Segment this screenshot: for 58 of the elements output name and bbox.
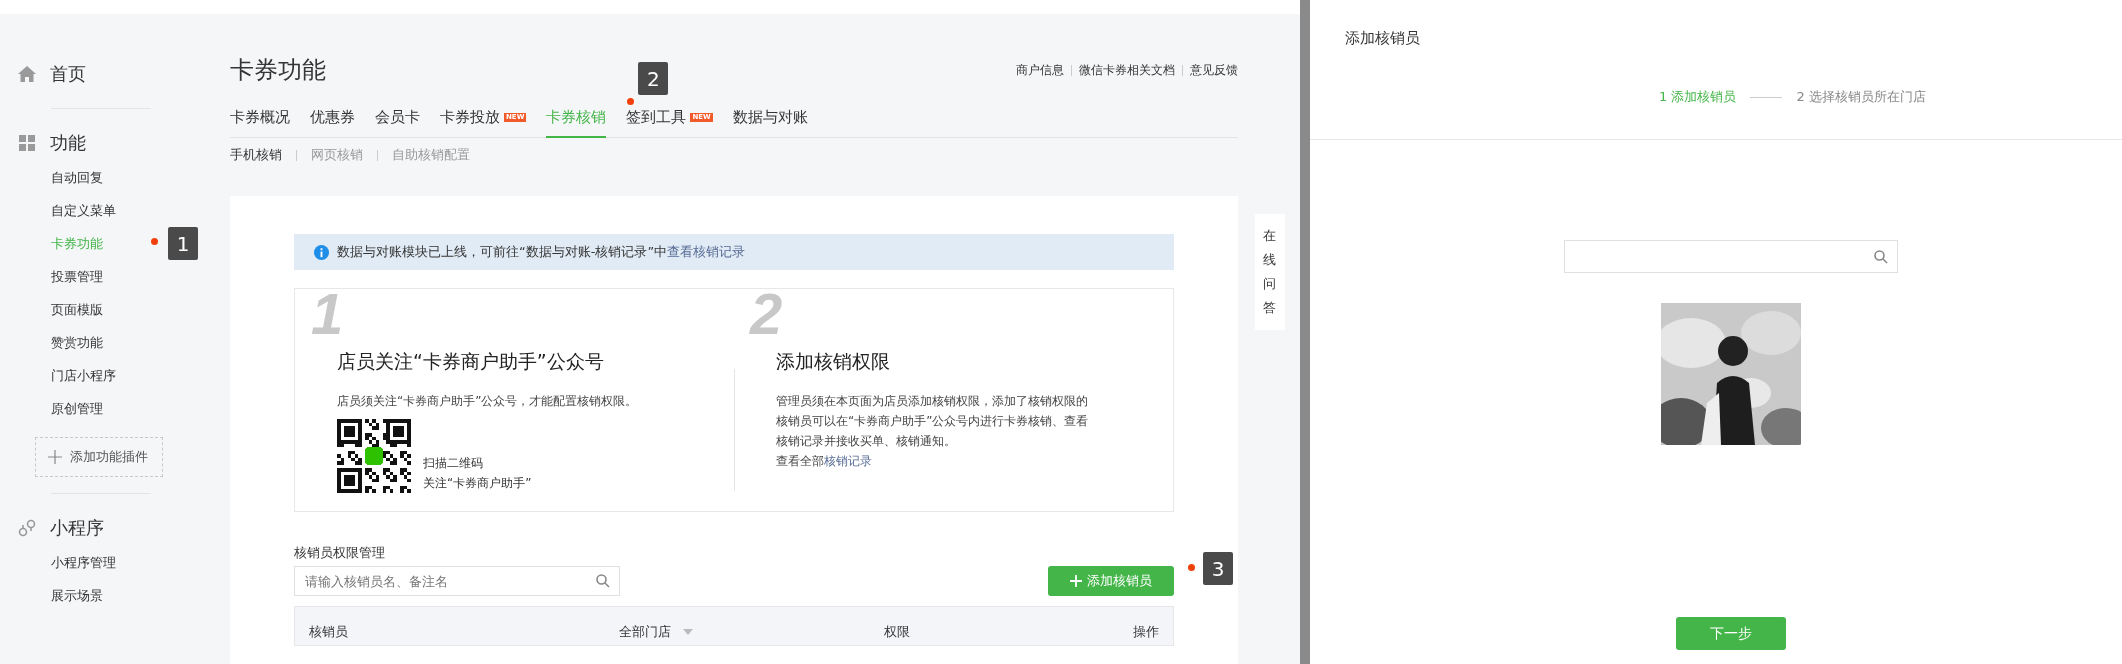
- sidebar-item[interactable]: 赞赏功能: [51, 333, 103, 352]
- step-marker: 2: [638, 62, 669, 95]
- grid-icon: [18, 135, 36, 151]
- tab[interactable]: 数据与对账: [732, 102, 808, 138]
- sidebar-item[interactable]: 门店小程序: [51, 366, 116, 385]
- column-header: 操作: [1133, 623, 1159, 641]
- sidebar-item[interactable]: 页面模版: [51, 300, 103, 319]
- column-header: 权限: [884, 623, 911, 641]
- sidebar-item[interactable]: 原创管理: [51, 399, 103, 418]
- search-field[interactable]: [1564, 240, 1898, 273]
- sidebar-item[interactable]: 自定义菜单: [51, 201, 116, 220]
- subtab[interactable]: 手机核销: [230, 146, 282, 164]
- sidebar-item[interactable]: 自动回复: [51, 168, 103, 187]
- step-marker: 3: [1203, 552, 1233, 585]
- dropdown-caret-icon: [683, 629, 693, 635]
- step-text: 店员须关注“卡券商户助手”公众号，才能配置核销权限。: [337, 393, 639, 410]
- qr-caption: 关注“卡券商户助手”: [423, 475, 532, 492]
- header-link[interactable]: 商户信息: [1016, 61, 1064, 79]
- qr-code-icon: [337, 419, 411, 493]
- sidebar-section-title[interactable]: 小程序: [50, 516, 104, 540]
- info-icon: [314, 244, 329, 260]
- home-icon: [18, 66, 36, 82]
- sidebar-item[interactable]: 展示场景: [51, 586, 103, 605]
- plus-icon: [1070, 575, 1082, 587]
- link-icon: [18, 519, 36, 537]
- record-link[interactable]: 核销记录: [824, 454, 872, 468]
- step-marker: 1: [168, 227, 198, 260]
- header-link[interactable]: 意见反馈: [1190, 61, 1238, 79]
- marker-dot: [627, 98, 635, 105]
- sidebar-item[interactable]: 小程序管理: [51, 553, 116, 572]
- qr-caption: 扫描二维码: [423, 455, 484, 472]
- wizard-step: 1 添加核销员: [1659, 88, 1737, 106]
- help-tab[interactable]: 在线问答: [1255, 214, 1285, 330]
- search-field[interactable]: 请输入核销员名、备注名: [294, 566, 620, 596]
- plus-icon: [48, 450, 62, 464]
- step-text: 管理员须在本页面为店员添加核销权限，添加了核销权限的核销员可以在“卡券商户助手”公众号内进行卡券核销、查看核销记录并接收买单、核销通知。 查看全部核销记录: [776, 393, 1090, 470]
- header-link[interactable]: 微信卡券相关文档: [1079, 61, 1175, 79]
- notice-link[interactable]: 查看核销记录: [667, 244, 746, 259]
- marker-dot: [151, 238, 158, 245]
- column-header: 核销员: [309, 623, 349, 641]
- search-icon: [1874, 249, 1888, 264]
- marker-dot: [1188, 564, 1195, 571]
- wizard-step: 2 选择核销员所在门店: [1796, 88, 1926, 106]
- tab[interactable]: 卡券概况: [230, 102, 290, 138]
- add-plugin-button[interactable]: 添加功能插件: [35, 437, 163, 477]
- sidebar-section-title[interactable]: 首页: [50, 62, 86, 86]
- step-title: 添加核销权限: [776, 349, 891, 374]
- step-title: 店员关注“卡券商户助手”公众号: [337, 349, 605, 374]
- tab[interactable]: 优惠券: [310, 102, 355, 138]
- sidebar-item[interactable]: 投票管理: [51, 267, 103, 286]
- section-title: 核销员权限管理: [294, 545, 385, 560]
- page-title: 卡券功能: [230, 55, 326, 86]
- column-header[interactable]: 全部门店: [619, 623, 884, 641]
- notice-text: 数据与对账模块已上线，可前往“数据与对账-核销记录”中查看核销记录: [337, 243, 746, 261]
- dialog-title: 添加核销员: [1345, 29, 1420, 47]
- search-icon: [596, 574, 610, 588]
- tab[interactable]: 会员卡: [375, 102, 420, 138]
- sidebar-section-title[interactable]: 功能: [50, 131, 86, 155]
